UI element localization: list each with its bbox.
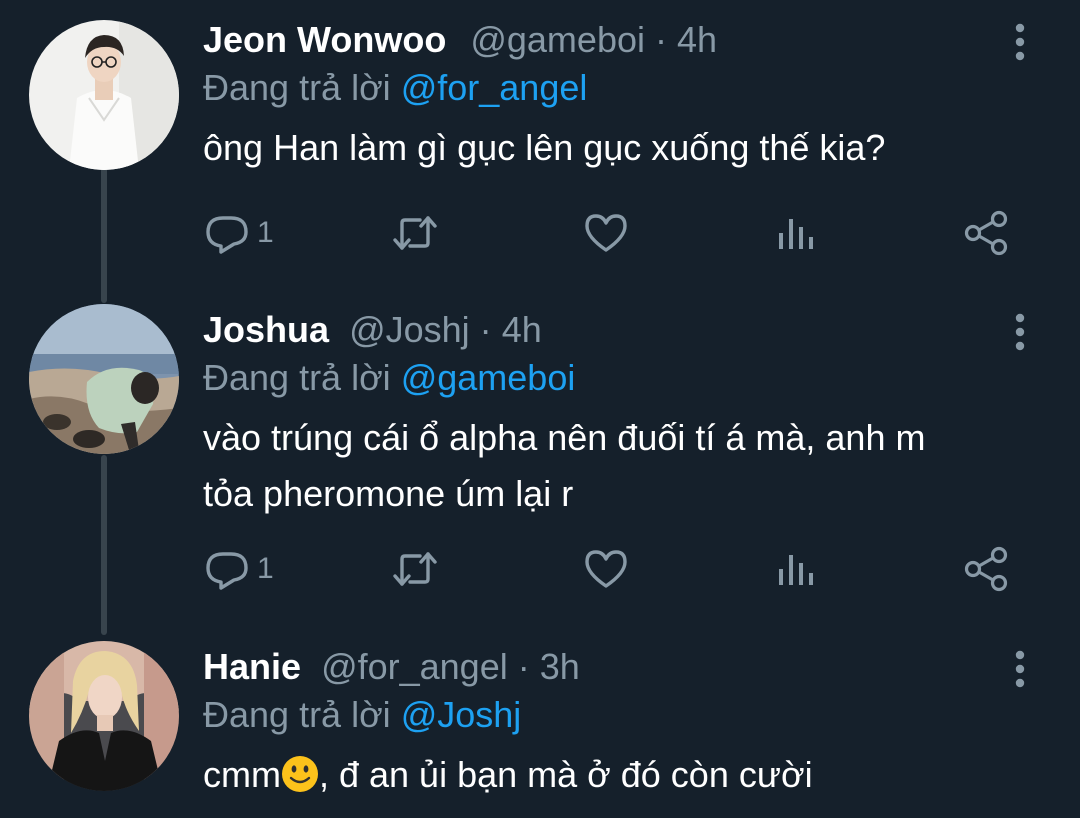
analytics-icon — [779, 219, 813, 249]
display-name[interactable]: Joshua — [203, 309, 329, 350]
avatar[interactable] — [29, 641, 179, 791]
more-vertical-icon — [1015, 23, 1025, 61]
avatar[interactable] — [29, 20, 179, 170]
reply-icon — [206, 552, 248, 590]
more-vertical-icon — [1015, 313, 1025, 351]
tweet[interactable]: Jeon Wonwoo @gameboi · 4h Đang trả lời @… — [0, 20, 1080, 285]
display-name[interactable]: Jeon Wonwoo — [203, 19, 446, 60]
tweet[interactable]: Hanie @for_angel · 3h Đang trả lời @Josh… — [0, 641, 1080, 818]
avatar[interactable] — [29, 304, 179, 454]
user-handle[interactable]: @for_angel — [321, 646, 508, 687]
reply-button[interactable]: 1 — [203, 544, 274, 594]
tweet-text-segment: cmm — [203, 754, 281, 795]
tweet-text: cmm , đ an ủi bạn mà ở đó còn cười — [203, 747, 1023, 803]
heart-icon — [585, 214, 627, 252]
reply-count: 1 — [257, 552, 274, 585]
timestamp[interactable]: 4h — [502, 309, 542, 350]
replying-to-label: Đang trả lời — [203, 357, 391, 398]
reply-mention-link[interactable]: @for_angel — [401, 67, 588, 108]
share-button[interactable] — [962, 544, 1010, 594]
reply-mention-link[interactable]: @gameboi — [401, 357, 576, 398]
like-button[interactable] — [582, 544, 630, 594]
more-options-button[interactable] — [1000, 647, 1040, 693]
retweet-icon — [393, 216, 437, 250]
timestamp[interactable]: 4h — [677, 19, 717, 60]
share-icon — [964, 546, 1008, 592]
reply-mention-link[interactable]: @Joshj — [401, 694, 522, 735]
replying-to-label: Đang trả lời — [203, 694, 391, 735]
timestamp[interactable]: 3h — [540, 646, 580, 687]
slightly-smiling-face-emoji — [281, 756, 318, 792]
display-name[interactable]: Hanie — [203, 646, 301, 687]
tweet-actions: 1 — [0, 208, 1080, 258]
more-options-button[interactable] — [1000, 20, 1040, 66]
reply-count: 1 — [257, 216, 274, 249]
tweet-thread: Jeon Wonwoo @gameboi · 4h Đang trả lời @… — [0, 0, 1080, 818]
more-vertical-icon — [1015, 650, 1025, 688]
tweet-header: Hanie @for_angel · 3h — [203, 647, 580, 687]
user-handle[interactable]: @Joshj — [349, 309, 470, 350]
tweet-header: Jeon Wonwoo @gameboi · 4h — [203, 20, 717, 60]
replying-to: Đang trả lời @gameboi — [203, 358, 575, 398]
tweet-text: ông Han làm gì gục lên gục xuống thế kia… — [203, 127, 886, 168]
retweet-icon — [393, 552, 437, 586]
user-handle[interactable]: @gameboi — [470, 19, 645, 60]
retweet-button[interactable] — [390, 544, 440, 594]
analytics-button[interactable] — [775, 544, 819, 594]
replying-to-label: Đang trả lời — [203, 67, 391, 108]
like-button[interactable] — [582, 208, 630, 258]
tweet-text-line: tỏa pheromone úm lại r — [203, 473, 574, 514]
meta-separator: · — [479, 309, 492, 350]
tweet-text-line: vào trúng cái ổ alpha nên đuối tí á mà, … — [203, 417, 926, 458]
tweet-header: Joshua @Joshj · 4h — [203, 310, 542, 350]
heart-icon — [585, 550, 627, 588]
reply-button[interactable]: 1 — [203, 208, 274, 258]
tweet-text: vào trúng cái ổ alpha nên đuối tí á mà, … — [203, 410, 1023, 522]
reply-icon — [206, 216, 248, 254]
retweet-button[interactable] — [390, 208, 440, 258]
tweet[interactable]: Joshua @Joshj · 4h Đang trả lời @gameboi… — [0, 304, 1080, 610]
meta-separator: · — [517, 646, 530, 687]
analytics-icon — [779, 555, 813, 585]
replying-to: Đang trả lời @Joshj — [203, 695, 521, 735]
tweet-actions: 1 — [0, 544, 1080, 594]
analytics-button[interactable] — [775, 208, 819, 258]
more-options-button[interactable] — [1000, 310, 1040, 356]
tweet-text-segment: , đ an ủi bạn mà ở đó còn cười — [318, 754, 813, 795]
share-button[interactable] — [962, 208, 1010, 258]
share-icon — [964, 210, 1008, 256]
replying-to: Đang trả lời @for_angel — [203, 68, 587, 108]
meta-separator: · — [655, 19, 667, 60]
